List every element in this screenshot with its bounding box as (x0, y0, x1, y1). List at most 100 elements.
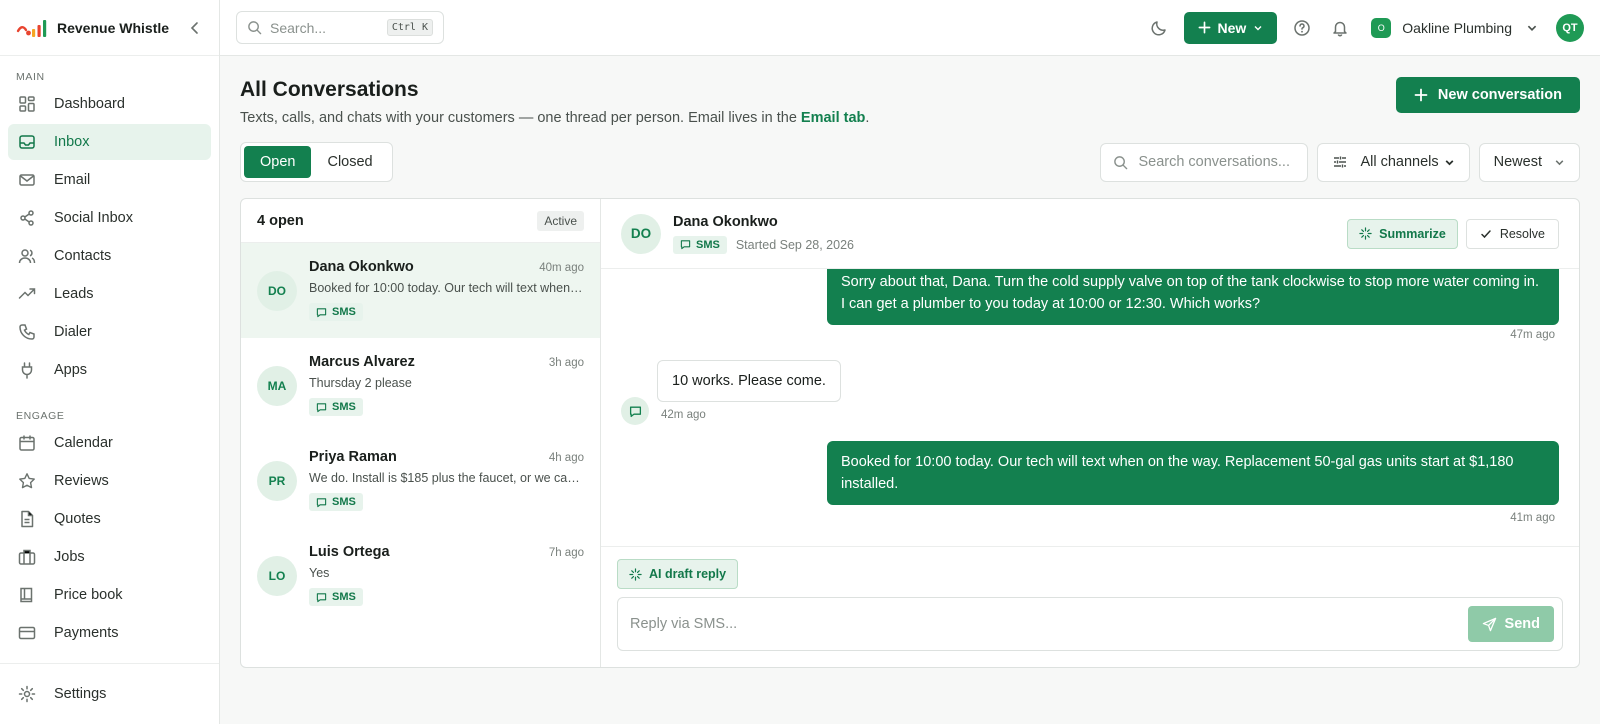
sidebar-item-dialer[interactable]: Dialer (8, 314, 211, 350)
contact-avatar: PR (257, 461, 297, 501)
contact-avatar: DO (621, 213, 661, 254)
plus-icon (1199, 21, 1211, 34)
sidebar-item-social-inbox[interactable]: Social Inbox (8, 200, 211, 236)
sort-dropdown[interactable]: Newest (1478, 142, 1580, 182)
contact-avatar: LO (257, 556, 297, 596)
sidebar-item-label: Dialer (54, 324, 92, 340)
tab-open[interactable]: Open (244, 146, 312, 178)
channel-label: SMS (332, 591, 356, 603)
new-button[interactable]: New (1184, 11, 1278, 44)
channel-label: SMS (696, 238, 720, 251)
sidebar-item-reviews[interactable]: Reviews (8, 463, 211, 499)
chevron-down-icon (1445, 159, 1454, 165)
conversation-search-input[interactable]: Search conversations... (1100, 142, 1309, 182)
org-name[interactable]: Oakline Plumbing (1402, 20, 1512, 36)
sidebar-item-leads[interactable]: Leads (8, 276, 211, 312)
global-search[interactable]: Search... Ctrl K (236, 11, 444, 44)
sidebar-item-label: Apps (54, 362, 88, 378)
inbox-icon (19, 135, 35, 149)
send-button[interactable]: Send (1467, 606, 1554, 642)
org-avatar[interactable]: O (1371, 17, 1392, 38)
email-tab-link[interactable]: Email tab (801, 110, 865, 126)
page-header: All Conversations Texts, calls, and chat… (240, 76, 1580, 126)
sidebar-item-label: Calendar (54, 435, 113, 451)
sidebar-item-price-book[interactable]: Price book (8, 577, 211, 613)
trending-up-icon (18, 288, 36, 299)
star-icon (19, 473, 35, 489)
conversation-row[interactable]: DO Dana Okonkwo 40m ago Booked for 10:00 … (241, 243, 600, 338)
sidebar-item-label: Inbox (54, 134, 90, 150)
share-icon (20, 210, 34, 226)
help-button[interactable] (1293, 19, 1311, 37)
new-conversation-button[interactable]: New conversation (1395, 77, 1580, 113)
channel-badge: SMS (673, 235, 727, 254)
section-label-main: MAIN (16, 71, 45, 83)
bell-icon (1333, 21, 1348, 36)
notifications-button[interactable] (1331, 19, 1349, 37)
mail-icon (19, 174, 35, 186)
topbar: Search... Ctrl K New O Oakline Plumbing … (220, 0, 1600, 56)
subtitle-end: . (865, 110, 870, 126)
org-switcher-chevron-icon[interactable] (1526, 22, 1538, 34)
user-avatar[interactable]: QT (1556, 13, 1584, 42)
sidebar-item-contacts[interactable]: Contacts (8, 238, 211, 274)
brand-logo-icon[interactable] (16, 18, 50, 38)
channel-filter-value: All channels (1360, 154, 1439, 170)
sidebar-item-payments[interactable]: Payments (8, 615, 211, 651)
sort-value: Newest (1493, 154, 1542, 170)
sidebar-item-label: Quotes (54, 511, 101, 527)
conversation-row[interactable]: PR Priya Raman 4h ago We do. Install is $… (241, 433, 600, 528)
reply-input[interactable] (630, 616, 1468, 632)
contact-name: Luis Ortega (309, 544, 390, 560)
page-subtitle: Texts, calls, and chats with your custom… (240, 110, 869, 126)
resolve-button[interactable]: Resolve (1465, 218, 1559, 249)
conversations-panel: 4 open Active DO Dana Okonkwo 40m ago Boo… (240, 198, 1580, 668)
channel-badge: SMS (309, 588, 363, 606)
contact-avatar: MA (257, 366, 297, 406)
sidebar-item-label: Dashboard (54, 96, 125, 112)
channel-filter-dropdown[interactable]: All channels (1317, 142, 1470, 182)
conversation-thread: DO Dana Okonkwo SMS Started Sep 28, 2026… (601, 199, 1579, 667)
subtitle-text: Texts, calls, and chats with your custom… (240, 110, 801, 126)
sidebar-item-jobs[interactable]: Jobs (8, 539, 211, 575)
sidebar-item-label: Jobs (54, 549, 85, 565)
composer: AI draft reply Send (601, 547, 1579, 651)
ai-draft-label: AI draft reply (649, 567, 727, 581)
message-time: 42m ago (661, 409, 706, 421)
reply-box: Send (617, 597, 1563, 651)
sidebar-item-apps[interactable]: Apps (8, 352, 211, 388)
new-button-label: New (1217, 19, 1247, 36)
sidebar-item-quotes[interactable]: Quotes (8, 501, 211, 537)
help-icon (1294, 19, 1311, 36)
message-preview: Yes (309, 566, 330, 580)
main-area: Search... Ctrl K New O Oakline Plumbing … (220, 0, 1600, 724)
channel-label: SMS (332, 401, 356, 413)
summarize-button[interactable]: Summarize (1347, 218, 1458, 249)
sidebar-item-email[interactable]: Email (8, 162, 211, 198)
conversation-list-header: 4 open Active (241, 199, 600, 243)
sidebar-footer: Settings (0, 663, 219, 714)
conversation-list: 4 open Active DO Dana Okonkwo 40m ago Boo… (241, 199, 601, 667)
tab-closed[interactable]: Closed (311, 146, 388, 178)
sidebar-item-inbox[interactable]: Inbox (8, 124, 211, 160)
sidebar-item-settings[interactable]: Settings (8, 676, 211, 712)
thread-header: DO Dana Okonkwo SMS Started Sep 28, 2026… (601, 199, 1579, 269)
channel-badge: SMS (309, 303, 363, 321)
conversation-row[interactable]: LO Luis Ortega 7h ago Yes SMS (241, 528, 600, 623)
sidebar-item-label: Leads (54, 286, 94, 302)
sidebar-item-calendar[interactable]: Calendar (8, 425, 211, 461)
message-icon (316, 307, 327, 317)
open-count: 4 open (257, 212, 304, 229)
sidebar-item-dashboard[interactable]: Dashboard (8, 86, 211, 122)
dark-mode-toggle[interactable] (1150, 19, 1168, 37)
message-preview: Booked for 10:00 today. Our tech will te… (309, 281, 584, 295)
check-icon (1481, 229, 1491, 238)
contact-name: Priya Raman (309, 449, 397, 465)
collapse-sidebar-icon[interactable] (187, 20, 203, 36)
new-conversation-label: New conversation (1437, 87, 1562, 103)
ai-draft-reply-button[interactable]: AI draft reply (617, 559, 739, 589)
thread-started: Started Sep 28, 2026 (735, 237, 854, 252)
sparkle-icon (1359, 227, 1372, 240)
page-title: All Conversations (240, 78, 419, 101)
conversation-row[interactable]: MA Marcus Alvarez 3h ago Thursday 2 pleas… (241, 338, 600, 433)
